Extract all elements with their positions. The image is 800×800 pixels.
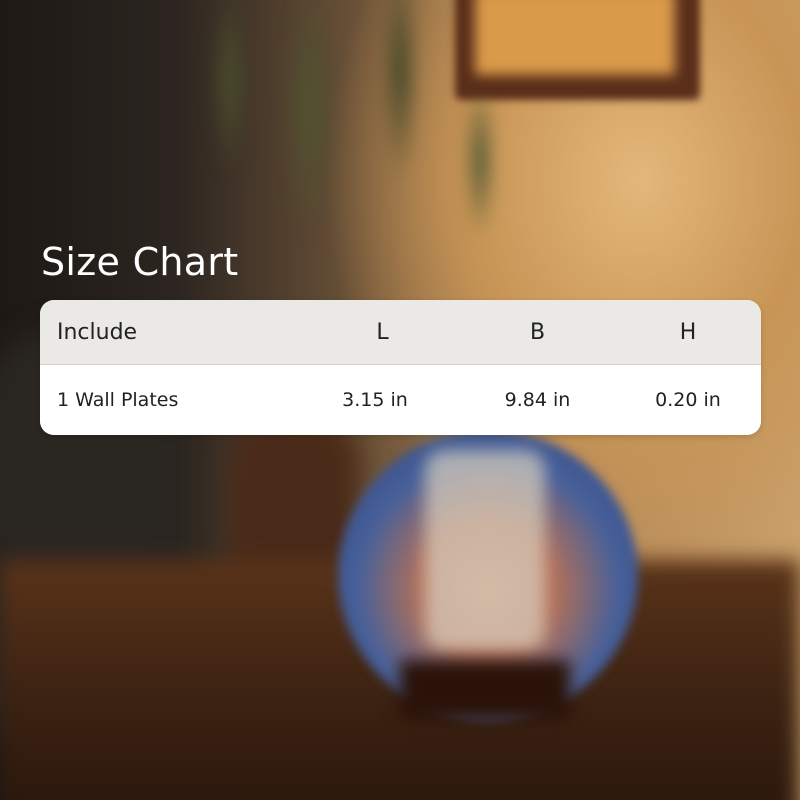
table-row: 1 Wall Plates 3.15 in 9.84 in 0.20 in	[40, 365, 761, 435]
cell-include: 1 Wall Plates	[57, 389, 179, 411]
header-height: H	[679, 319, 697, 345]
table-header-row: Include L B H	[40, 300, 761, 365]
header-include: Include	[57, 319, 138, 345]
header-length: L	[376, 319, 389, 345]
cell-breadth: 9.84 in	[504, 389, 571, 411]
cell-height: 0.20 in	[655, 389, 721, 411]
size-chart-table: Include L B H 1 Wall Plates 3.15 in 9.84…	[40, 300, 761, 435]
header-breadth: B	[529, 319, 546, 345]
cell-length: 3.15 in	[342, 389, 408, 411]
page-title: Size Chart	[41, 240, 239, 284]
